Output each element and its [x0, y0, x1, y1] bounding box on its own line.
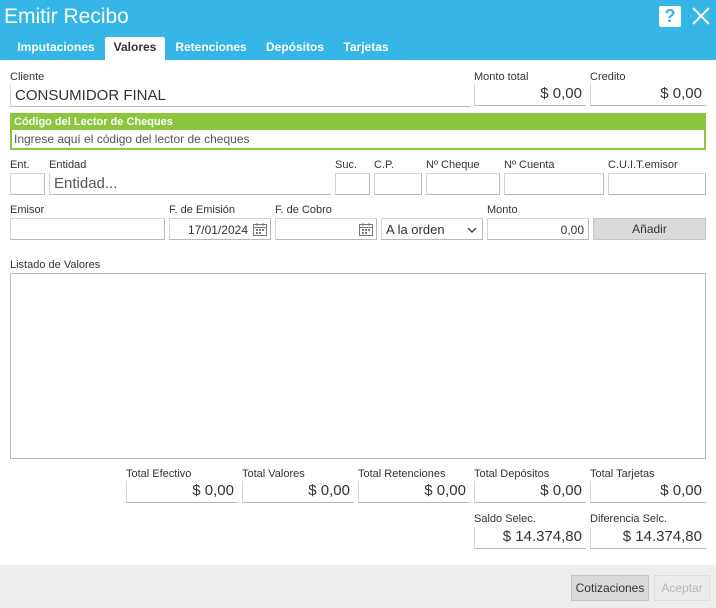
diferencia-value: $ 14.374,80 [622, 528, 702, 545]
orden-value: A la orden [386, 222, 445, 237]
title-bar: Emitir Recibo ? Imputaciones Valores Ret… [0, 0, 716, 60]
orden-select[interactable]: A la orden [381, 218, 483, 240]
f-emision-value: 17/01/2024 [187, 223, 248, 237]
monto-total-field: $ 0,00 [474, 84, 586, 106]
suc-label: Suc. [335, 159, 358, 171]
nro-cheque-label: Nº Cheque [426, 159, 480, 171]
emisor-input[interactable] [10, 218, 165, 240]
footer-bar: Cotizaciones Aceptar [0, 565, 716, 608]
tab-valores[interactable]: Valores [105, 37, 165, 60]
monto-value: 0,00 [560, 223, 584, 237]
total-valores-value: $ 0,00 [308, 482, 350, 499]
total-tarjetas-label: Total Tarjetas [590, 468, 655, 480]
anadir-button[interactable]: Añadir [593, 218, 706, 240]
cuit-input[interactable] [608, 173, 706, 195]
close-icon[interactable] [689, 4, 713, 28]
f-emision-input[interactable]: 17/01/2024 [169, 218, 271, 240]
nro-cheque-input[interactable] [426, 173, 500, 195]
f-emision-label: F. de Emisión [169, 204, 236, 216]
listado-valores-list[interactable] [10, 273, 706, 459]
ent-label: Ent. [10, 159, 30, 171]
total-retenciones-label: Total Retenciones [358, 468, 446, 480]
chevron-down-icon [467, 225, 477, 235]
credito-label: Credito [590, 71, 626, 83]
cp-label: C.P. [374, 159, 394, 171]
suc-input[interactable] [335, 173, 370, 195]
cliente-value: CONSUMIDOR FINAL [15, 87, 166, 104]
monto-input[interactable]: 0,00 [487, 218, 589, 240]
nro-cuenta-input[interactable] [504, 173, 604, 195]
monto-total-value: $ 0,00 [540, 85, 582, 102]
nro-cuenta-label: Nº Cuenta [504, 159, 555, 171]
diferencia-label: Diferencia Selc. [590, 513, 668, 525]
window-title: Emitir Recibo [4, 5, 129, 28]
ent-input[interactable] [10, 173, 45, 195]
aceptar-button[interactable]: Aceptar [654, 575, 710, 601]
total-depositos-label: Total Depósitos [474, 468, 550, 480]
cheque-reader-panel: Código del Lector de Cheques Ingrese aqu… [10, 113, 706, 150]
total-tarjetas-value: $ 0,00 [660, 482, 702, 499]
credito-value: $ 0,00 [660, 85, 702, 102]
tab-retenciones[interactable]: Retenciones [168, 37, 254, 60]
entidad-placeholder: Entidad... [54, 175, 118, 192]
cheque-reader-title: Código del Lector de Cheques [12, 115, 704, 130]
monto-total-label: Monto total [474, 71, 529, 83]
tab-imputaciones[interactable]: Imputaciones [9, 37, 103, 60]
help-icon[interactable]: ? [659, 6, 681, 27]
cuit-label: C.U.I.T.emisor [608, 159, 678, 171]
entidad-label: Entidad [49, 159, 87, 171]
tab-depositos[interactable]: Depósitos [258, 37, 332, 60]
total-retenciones-field: $ 0,00 [358, 481, 470, 503]
total-efectivo-label: Total Efectivo [126, 468, 192, 480]
monto-label: Monto [487, 204, 518, 216]
f-cobro-label: F. de Cobro [275, 204, 332, 216]
cliente-label: Cliente [10, 71, 45, 83]
entidad-input[interactable]: Entidad... [49, 173, 331, 195]
cotizaciones-button[interactable]: Cotizaciones [571, 575, 649, 601]
total-depositos-value: $ 0,00 [540, 482, 582, 499]
saldo-field: $ 14.374,80 [474, 527, 586, 549]
saldo-label: Saldo Selec. [474, 513, 536, 525]
cliente-field[interactable]: CONSUMIDOR FINAL [10, 85, 470, 107]
cheque-reader-input[interactable]: Ingrese aquí el código del lector de che… [12, 130, 704, 148]
total-valores-field: $ 0,00 [242, 481, 354, 503]
credito-field: $ 0,00 [590, 84, 706, 106]
calendar-icon[interactable] [359, 223, 373, 236]
diferencia-field: $ 14.374,80 [590, 527, 706, 549]
tab-tarjetas[interactable]: Tarjetas [336, 37, 396, 60]
total-efectivo-value: $ 0,00 [192, 482, 234, 499]
cp-input[interactable] [374, 173, 422, 195]
calendar-icon[interactable] [253, 223, 267, 236]
total-efectivo-field: $ 0,00 [126, 481, 238, 503]
total-depositos-field: $ 0,00 [474, 481, 586, 503]
total-valores-label: Total Valores [242, 468, 305, 480]
total-retenciones-value: $ 0,00 [424, 482, 466, 499]
f-cobro-input[interactable] [275, 218, 377, 240]
saldo-value: $ 14.374,80 [502, 528, 582, 545]
emisor-label: Emisor [10, 204, 45, 216]
listado-label: Listado de Valores [10, 259, 101, 271]
total-tarjetas-field: $ 0,00 [590, 481, 706, 503]
